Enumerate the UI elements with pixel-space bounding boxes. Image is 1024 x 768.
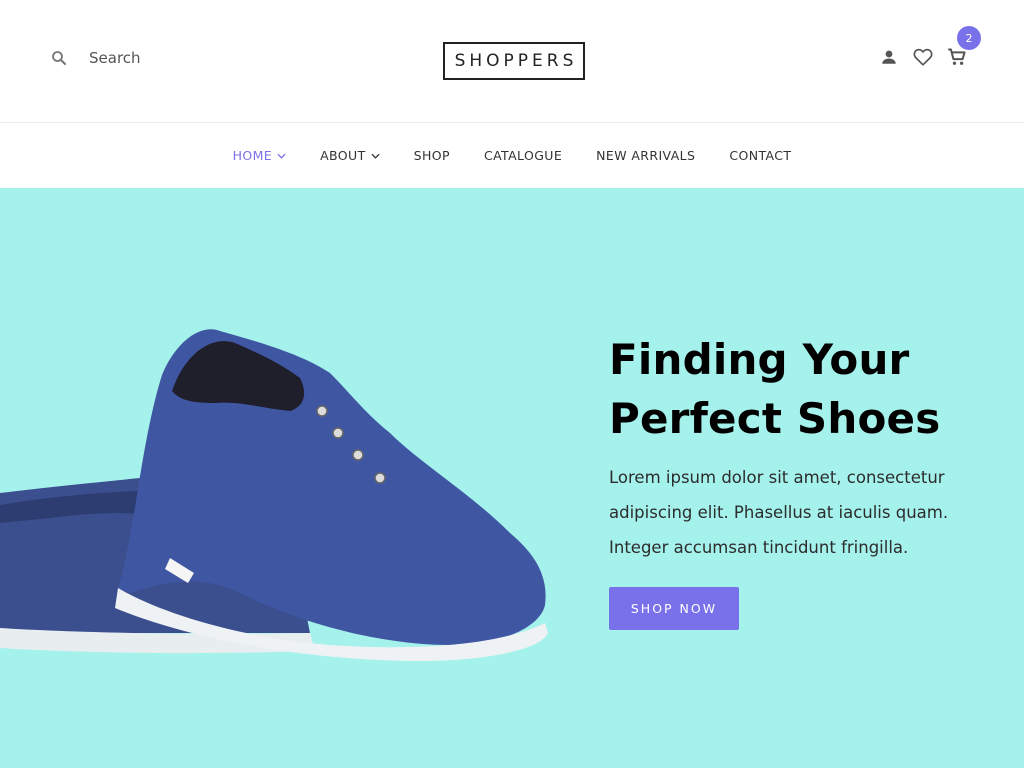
nav-item-shop[interactable]: SHOP	[414, 148, 450, 163]
site-header: SHOPPERS 2	[0, 0, 1024, 122]
chevron-down-icon	[277, 153, 286, 159]
hero-content: Finding Your Perfect Shoes Lorem ipsum d…	[609, 330, 989, 630]
nav-item-new-arrivals[interactable]: NEW ARRIVALS	[596, 148, 695, 163]
user-icon[interactable]	[878, 46, 900, 68]
nav-item-label: HOME	[232, 148, 273, 163]
cart-icon[interactable]: 2	[945, 26, 981, 69]
nav-item-label: SHOP	[413, 148, 450, 163]
hero-shoes-image	[0, 329, 548, 661]
site-logo[interactable]: SHOPPERS	[443, 42, 585, 80]
chevron-down-icon	[371, 153, 380, 159]
search-icon[interactable]	[50, 49, 68, 67]
nav-item-label: NEW ARRIVALS	[596, 148, 696, 163]
heart-icon[interactable]	[911, 45, 935, 69]
header-actions: 2	[878, 26, 981, 69]
hero-title: Finding Your Perfect Shoes	[609, 330, 989, 448]
nav-item-label: CATALOGUE	[483, 148, 563, 163]
search-bar[interactable]	[50, 49, 229, 67]
nav-item-contact[interactable]: CONTACT	[729, 148, 791, 163]
nav-item-about[interactable]: ABOUT	[320, 148, 380, 163]
hero-title-line-2: Perfect Shoes	[609, 394, 941, 443]
search-input[interactable]	[89, 49, 229, 67]
hero-description: Lorem ipsum dolor sit amet, consectetur …	[609, 468, 949, 557]
cart-count-badge: 2	[957, 26, 981, 50]
hero-title-line-1: Finding Your	[609, 335, 910, 384]
hero-banner: Finding Your Perfect Shoes Lorem ipsum d…	[0, 188, 1024, 768]
nav-item-home[interactable]: HOME	[233, 148, 287, 163]
nav-item-label: CONTACT	[729, 148, 792, 163]
nav-item-catalogue[interactable]: CATALOGUE	[484, 148, 562, 163]
nav-item-label: ABOUT	[320, 148, 366, 163]
main-nav: HOME ABOUT SHOP CATALOGUE NEW ARRIVALS C…	[0, 122, 1024, 188]
shop-now-button[interactable]: SHOP NOW	[609, 587, 739, 630]
